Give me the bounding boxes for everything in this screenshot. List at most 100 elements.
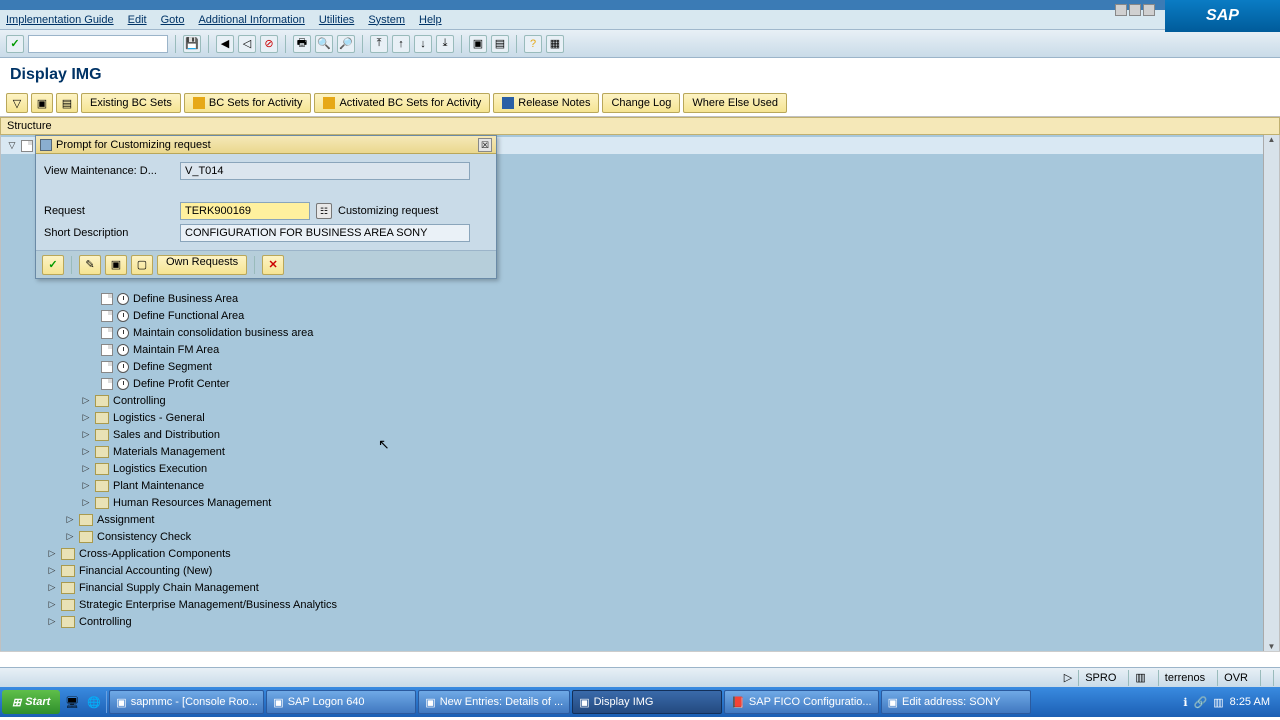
- help-button[interactable]: ?: [524, 35, 542, 53]
- tree-node[interactable]: ▷Controlling: [1, 613, 1279, 630]
- vertical-scrollbar[interactable]: [1263, 135, 1279, 651]
- exit-button[interactable]: ◁: [238, 35, 256, 53]
- expand-icon[interactable]: ▷: [81, 395, 91, 406]
- tree-node[interactable]: ▷Financial Accounting (New): [1, 562, 1279, 579]
- maximize-icon[interactable]: [1129, 4, 1141, 16]
- own-requests-button[interactable]: Own Requests: [157, 255, 247, 275]
- expand-all-button[interactable]: ▽: [6, 93, 28, 113]
- expand-icon[interactable]: ▷: [65, 531, 75, 542]
- enter-button[interactable]: [6, 35, 24, 53]
- menu-edit[interactable]: Edit: [128, 14, 147, 26]
- dialog-display-button[interactable]: ▣: [105, 255, 127, 275]
- expand-icon[interactable]: ▷: [47, 548, 57, 559]
- taskbar-task[interactable]: ▣Edit address: SONY: [881, 690, 1031, 714]
- expand-icon[interactable]: ▷: [81, 480, 91, 491]
- tray-icon[interactable]: ▥: [1213, 696, 1223, 709]
- activity-icon[interactable]: [117, 361, 129, 373]
- where-else-used-button[interactable]: Where Else Used: [683, 93, 787, 113]
- tree-node[interactable]: ▷Consistency Check: [1, 528, 1279, 545]
- status-expand-icon[interactable]: ▷: [1064, 671, 1072, 684]
- tree-leaf[interactable]: Maintain FM Area: [1, 341, 1279, 358]
- tree-leaf[interactable]: Maintain consolidation business area: [1, 324, 1279, 341]
- start-button[interactable]: ⊞ Start: [2, 690, 60, 714]
- request-field[interactable]: [180, 202, 310, 220]
- tree-node[interactable]: ▷Logistics - General: [1, 409, 1279, 426]
- change-log-button[interactable]: Change Log: [602, 93, 680, 113]
- close-window-icon[interactable]: [1143, 4, 1155, 16]
- expand-icon[interactable]: ▷: [81, 446, 91, 457]
- tree-node[interactable]: ▷Human Resources Management: [1, 494, 1279, 511]
- activity-icon[interactable]: [117, 344, 129, 356]
- tree-node[interactable]: ▷Assignment: [1, 511, 1279, 528]
- first-page-button[interactable]: ⤒: [370, 35, 388, 53]
- tray-icon[interactable]: ℹ: [1183, 696, 1187, 709]
- activated-bc-sets-button[interactable]: Activated BC Sets for Activity: [314, 93, 490, 113]
- expand-icon[interactable]: ▷: [47, 599, 57, 610]
- dialog-cancel-button[interactable]: [262, 255, 284, 275]
- menu-additional-information[interactable]: Additional Information: [198, 14, 304, 26]
- request-search-help-button[interactable]: ☷: [316, 203, 332, 219]
- prev-page-button[interactable]: ↑: [392, 35, 410, 53]
- dialog-create-button[interactable]: ✎: [79, 255, 101, 275]
- expand-icon[interactable]: ▷: [47, 616, 57, 627]
- tree-node[interactable]: ▷Controlling: [1, 392, 1279, 409]
- activity-icon[interactable]: [117, 327, 129, 339]
- tree-node[interactable]: ▷Plant Maintenance: [1, 477, 1279, 494]
- tree-leaf[interactable]: Define Segment: [1, 358, 1279, 375]
- generate-shortcut-button[interactable]: ▤: [491, 35, 509, 53]
- taskbar-task[interactable]: 📕SAP FICO Configuratio...: [724, 690, 878, 714]
- tree-node[interactable]: ▷Materials Management: [1, 443, 1279, 460]
- find-next-button[interactable]: 🔎: [337, 35, 355, 53]
- dialog-new-button[interactable]: ▢: [131, 255, 153, 275]
- activity-icon[interactable]: [117, 378, 129, 390]
- show-desktop-icon[interactable]: 🖥: [62, 692, 82, 712]
- bc-sets-activity-button[interactable]: BC Sets for Activity: [184, 93, 312, 113]
- activity-icon[interactable]: [117, 310, 129, 322]
- position-button[interactable]: ▤: [56, 93, 78, 113]
- print-button[interactable]: 🖶: [293, 35, 311, 53]
- expand-icon[interactable]: ▷: [81, 429, 91, 440]
- dialog-continue-button[interactable]: [42, 255, 64, 275]
- taskbar-task[interactable]: ▣SAP Logon 640: [266, 690, 416, 714]
- expand-icon[interactable]: ▷: [81, 497, 91, 508]
- expand-icon[interactable]: ▷: [81, 412, 91, 423]
- menu-utilities[interactable]: Utilities: [319, 14, 354, 26]
- release-notes-button[interactable]: Release Notes: [493, 93, 599, 113]
- tree-node[interactable]: ▷Sales and Distribution: [1, 426, 1279, 443]
- minimize-icon[interactable]: [1115, 4, 1127, 16]
- tree-leaf[interactable]: Define Functional Area: [1, 307, 1279, 324]
- menu-implementation-guide[interactable]: Implementation Guide: [6, 14, 114, 26]
- short-description-field[interactable]: [180, 224, 470, 242]
- collapse-all-button[interactable]: ▣: [31, 93, 53, 113]
- command-field[interactable]: [28, 35, 168, 53]
- collapse-icon[interactable]: ▽: [7, 140, 17, 151]
- tree-node[interactable]: ▷Strategic Enterprise Management/Busines…: [1, 596, 1279, 613]
- ie-icon[interactable]: 🌐: [84, 692, 104, 712]
- existing-bc-sets-button[interactable]: Existing BC Sets: [81, 93, 181, 113]
- tree-node[interactable]: ▷Cross-Application Components: [1, 545, 1279, 562]
- menu-goto[interactable]: Goto: [161, 14, 185, 26]
- layout-button[interactable]: ▦: [546, 35, 564, 53]
- taskbar-task[interactable]: ▣New Entries: Details of ...: [418, 690, 570, 714]
- back-button[interactable]: ◀: [216, 35, 234, 53]
- menu-system[interactable]: System: [368, 14, 405, 26]
- dialog-close-button[interactable]: ☒: [478, 138, 492, 152]
- expand-icon[interactable]: ▷: [65, 514, 75, 525]
- tree-node[interactable]: ▷Logistics Execution: [1, 460, 1279, 477]
- tray-icon[interactable]: 🔗: [1194, 696, 1208, 709]
- expand-icon[interactable]: ▷: [47, 565, 57, 576]
- tree-leaf[interactable]: Define Profit Center: [1, 375, 1279, 392]
- tree-leaf[interactable]: Define Business Area: [1, 290, 1279, 307]
- activity-icon[interactable]: [117, 293, 129, 305]
- find-button[interactable]: 🔍: [315, 35, 333, 53]
- create-session-button[interactable]: ▣: [469, 35, 487, 53]
- next-page-button[interactable]: ↓: [414, 35, 432, 53]
- tree-node[interactable]: ▷Financial Supply Chain Management: [1, 579, 1279, 596]
- last-page-button[interactable]: ⤓: [436, 35, 454, 53]
- expand-icon[interactable]: ▷: [47, 582, 57, 593]
- taskbar-task-active[interactable]: ▣Display IMG: [572, 690, 722, 714]
- cancel-button[interactable]: ⊘: [260, 35, 278, 53]
- taskbar-task[interactable]: ▣sapmmc - [Console Roo...: [109, 690, 264, 714]
- expand-icon[interactable]: ▷: [81, 463, 91, 474]
- menu-help[interactable]: Help: [419, 14, 442, 26]
